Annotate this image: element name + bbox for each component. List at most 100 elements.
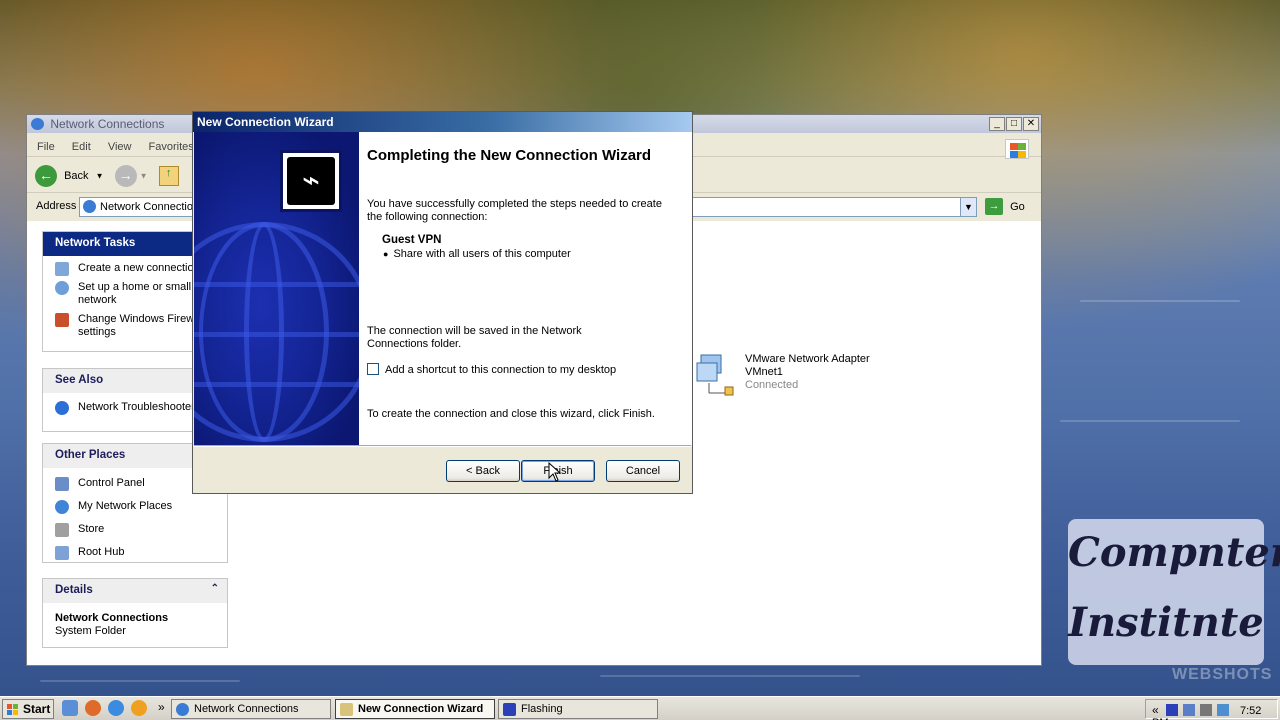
windows-logo-icon: [1005, 139, 1029, 159]
place-label: My Network Places: [78, 500, 173, 512]
network-globe-icon: [176, 703, 189, 716]
computer-institute-logo: Compnter Institnte: [1068, 519, 1280, 665]
details-name: Network Connections: [55, 612, 169, 624]
connection-detail-item: ● Share with all users of this computer: [383, 248, 683, 261]
collapse-chevron-icon[interactable]: ⌃: [211, 583, 219, 594]
network-adapter-icon: [696, 354, 734, 396]
wizard-heading: Completing the New Connection Wizard: [367, 147, 652, 164]
cancel-button[interactable]: Cancel: [606, 460, 680, 482]
start-button[interactable]: Start: [2, 699, 54, 719]
water-ripple: [600, 675, 860, 677]
connection-cable-icon: ⌁: [280, 150, 342, 212]
control-panel-icon: [55, 477, 69, 491]
media-player-icon[interactable]: [131, 700, 147, 716]
go-button[interactable]: → Go: [985, 198, 1035, 216]
wizard-separator: [194, 445, 691, 447]
go-label: Go: [1010, 200, 1025, 213]
place-my-network-places[interactable]: My Network Places: [43, 497, 227, 520]
adapter-status: Connected: [745, 379, 799, 391]
mouse-pointer-icon: [548, 462, 562, 482]
link-label: Network Troubleshooter: [78, 401, 195, 413]
system-tray: « 7:52 PM: [1145, 699, 1278, 720]
details-title: Details: [55, 584, 93, 596]
forward-arrow-icon[interactable]: →: [114, 165, 137, 187]
new-connection-icon: [55, 262, 69, 276]
tray-overflow-icon[interactable]: «: [1152, 703, 1159, 717]
task-label: Create a new connection: [78, 262, 200, 274]
place-root-hub[interactable]: Root Hub: [43, 543, 227, 562]
globe-graphic: [194, 382, 359, 387]
bullet-icon: ●: [383, 249, 389, 259]
back-button-label[interactable]: Back: [64, 170, 88, 182]
taskbar-item-network-connections[interactable]: Network Connections: [171, 699, 331, 719]
wizard-body: Completing the New Connection Wizard You…: [359, 132, 692, 445]
window-controls: _ □ ✕: [989, 117, 1039, 131]
firewall-icon: [55, 313, 69, 327]
network-places-icon: [55, 500, 69, 514]
taskbar-item-flashing[interactable]: Flashing: [498, 699, 658, 719]
logo-line-1: Compnter: [1068, 529, 1280, 576]
address-label: Address: [36, 200, 77, 212]
adapter-subname: VMnet1: [745, 366, 783, 378]
show-desktop-icon[interactable]: [62, 700, 78, 716]
shortcut-option[interactable]: Add a shortcut to this connection to my …: [367, 363, 667, 377]
details-panel: Details ⌃ Network Connections System Fol…: [42, 578, 228, 648]
place-label: Root Hub: [78, 546, 125, 558]
place-store[interactable]: Store: [43, 520, 227, 543]
quicklaunch-overflow-icon[interactable]: »: [158, 700, 165, 714]
home-network-icon: [55, 281, 69, 295]
tray-app-icon[interactable]: [1165, 704, 1178, 716]
drive-icon: [55, 523, 69, 537]
connection-name: Guest VPN: [382, 234, 442, 246]
webshots-watermark: WEBSHOTS: [1172, 666, 1273, 683]
new-connection-wizard-dialog: New Connection Wizard ⌁ Completing the N…: [192, 111, 693, 494]
computer-icon: [55, 546, 69, 560]
forward-dropdown-icon[interactable]: ▼: [140, 172, 148, 181]
shortcut-checkbox[interactable]: [367, 363, 379, 375]
finish-instruction: To create the connection and close this …: [367, 408, 655, 420]
adapter-text: VMware Network Adapter VMnet1 Connected: [745, 353, 870, 392]
details-header[interactable]: Details ⌃: [43, 579, 227, 603]
maximize-button[interactable]: □: [1006, 117, 1022, 131]
water-ripple: [40, 680, 240, 682]
help-icon: [55, 401, 69, 415]
firefox-icon[interactable]: [85, 700, 101, 716]
menu-view[interactable]: View: [108, 141, 132, 153]
start-label: Start: [23, 702, 51, 716]
tray-volume-icon[interactable]: [1216, 704, 1229, 716]
address-dropdown-icon[interactable]: ▼: [960, 198, 976, 216]
back-dropdown-icon[interactable]: ▼: [96, 172, 104, 181]
network-globe-icon: [31, 118, 44, 130]
menu-favorites[interactable]: Favorites: [149, 141, 194, 153]
wizard-titlebar[interactable]: New Connection Wizard: [193, 112, 692, 132]
connection-detail: Share with all users of this computer: [393, 248, 571, 260]
up-folder-icon[interactable]: ↑: [158, 166, 179, 186]
saved-info: The connection will be saved in the Netw…: [367, 325, 582, 350]
network-globe-icon: [83, 200, 96, 213]
wizard-title: New Connection Wizard: [197, 115, 334, 129]
details-type: System Folder: [55, 625, 126, 637]
windows-flag-icon: [7, 704, 19, 715]
shortcut-label[interactable]: Add a shortcut to this connection to my …: [385, 364, 616, 376]
place-label: Store: [78, 523, 105, 535]
minimize-button[interactable]: _: [989, 117, 1005, 131]
tray-monitor-icon[interactable]: [1182, 704, 1195, 716]
wizard-icon: [340, 703, 353, 716]
task-label: Flashing: [521, 703, 563, 715]
water-ripple: [1080, 300, 1240, 302]
water-ripple: [1060, 420, 1240, 422]
menu-edit[interactable]: Edit: [72, 141, 91, 153]
internet-explorer-icon[interactable]: [108, 700, 124, 716]
menu-file[interactable]: File: [37, 141, 55, 153]
back-arrow-icon[interactable]: ←: [35, 165, 57, 187]
taskbar-item-new-connection-wizard[interactable]: New Connection Wizard: [335, 699, 495, 719]
window-title: Network Connections: [50, 117, 165, 131]
place-label: Control Panel: [78, 477, 145, 489]
tray-network-icon[interactable]: [1199, 704, 1212, 716]
back-button[interactable]: < Back: [446, 460, 520, 482]
adapter-name: VMware Network Adapter: [745, 353, 870, 365]
globe-graphic: [194, 282, 359, 287]
flashing-app-icon: [503, 703, 516, 716]
taskbar: Start » Network Connections New Connecti…: [0, 696, 1280, 720]
close-button[interactable]: ✕: [1023, 117, 1039, 131]
